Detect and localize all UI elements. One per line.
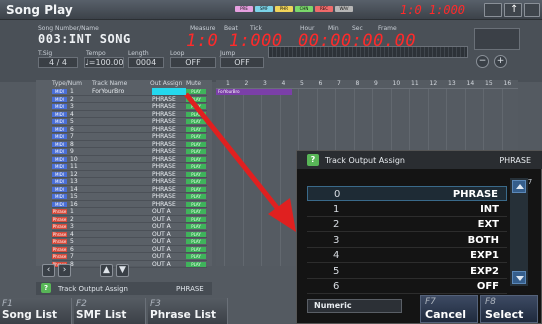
cancel-button[interactable]: F7 Cancel	[420, 295, 478, 323]
option-label: EXT	[477, 219, 499, 230]
popup-current-value: PHRASE	[499, 156, 531, 165]
option-label: OFF	[476, 281, 499, 292]
option-list: 0 PHRASE 1 INT 2 EXT 3 BOTH 4 EXP1 5 EXP2 6 OFF	[307, 186, 507, 298]
option-label: EXP1	[470, 250, 499, 261]
option-item-phrase[interactable]: 0 PHRASE	[307, 186, 507, 201]
option-number: 6	[333, 281, 340, 292]
option-label: PHRASE	[452, 189, 498, 200]
option-number: 3	[333, 234, 340, 246]
select-key-label: F8	[485, 297, 496, 307]
option-label: EXP2	[470, 265, 499, 277]
cancel-label: Cancel	[425, 308, 467, 321]
option-number: 4	[333, 250, 340, 261]
select-label: Select	[485, 308, 524, 321]
popup-header: ? Track Output Assign PHRASE	[297, 151, 542, 169]
song-play-screen: Song Play PRE SMF PHR CHN REC WAV 1:0 1:…	[0, 0, 542, 324]
option-item-exp1[interactable]: 4 EXP1	[307, 248, 507, 263]
select-button[interactable]: F8 Select	[480, 295, 538, 323]
scroll-down-arrow-icon[interactable]	[512, 271, 526, 284]
option-number: 5	[333, 265, 340, 277]
option-label: BOTH	[467, 234, 499, 246]
numeric-button[interactable]: Numeric	[307, 299, 402, 313]
option-item-both[interactable]: 3 BOTH	[307, 233, 507, 248]
option-item-ext[interactable]: 2 EXT	[307, 217, 507, 232]
output-assign-popup: ? Track Output Assign PHRASE 1/7 0PHRASE…	[296, 150, 542, 324]
option-number: 2	[333, 219, 340, 230]
option-item-int[interactable]: 1 INT	[307, 202, 507, 217]
option-item-off[interactable]: 6 OFF	[307, 279, 507, 294]
option-item-exp2[interactable]: 5 EXP2	[307, 264, 507, 279]
option-number: 1	[333, 203, 340, 215]
option-scrollbar[interactable]	[510, 178, 528, 286]
option-label: INT	[480, 203, 499, 215]
scroll-up-arrow-icon[interactable]	[512, 180, 526, 193]
option-number: 0	[334, 189, 341, 200]
selected-assign-highlight	[152, 88, 186, 95]
popup-title: Track Output Assign	[325, 156, 405, 165]
popup-help-icon: ?	[307, 154, 319, 166]
cancel-key-label: F7	[425, 297, 436, 307]
